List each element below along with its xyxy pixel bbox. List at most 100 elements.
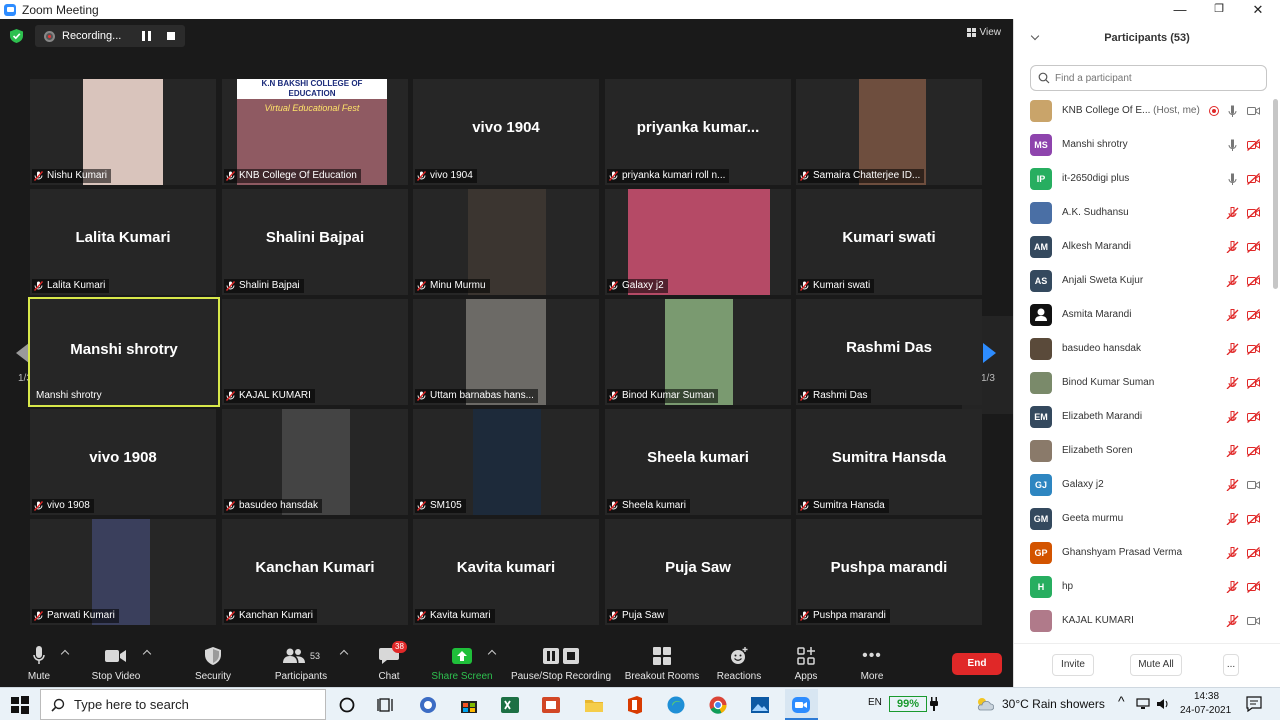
participant-row[interactable]: MS Manshi shrotry (1014, 128, 1269, 162)
maximize-button[interactable]: ❐ (1199, 0, 1239, 19)
taskbar-search-box[interactable]: Type here to search (40, 689, 326, 720)
security-shield-icon[interactable] (10, 29, 23, 43)
video-tile[interactable]: Nishu Kumari (30, 79, 216, 185)
next-page-arrow-icon[interactable] (983, 343, 996, 363)
clock-time[interactable]: 14:38 (1194, 691, 1219, 702)
mic-muted-icon[interactable] (1226, 479, 1239, 491)
video-tile[interactable]: Uttam barnabas hans... (413, 299, 599, 405)
video-tile[interactable]: Shalini Bajpai Shalini Bajpai (222, 189, 408, 295)
participant-row[interactable]: Elizabeth Soren (1014, 434, 1269, 468)
participant-row[interactable]: Hhp (1014, 570, 1269, 604)
participant-row[interactable]: GJ Galaxy j2 (1014, 468, 1269, 502)
video-tile[interactable]: KAJAL KUMARI (222, 299, 408, 405)
video-tile[interactable]: Binod Kumar Suman (605, 299, 791, 405)
weather-text[interactable]: 30°C Rain showers (1002, 697, 1105, 711)
file-explorer-icon[interactable] (584, 695, 604, 715)
show-hidden-icons-chevron-icon[interactable]: ^ (1118, 693, 1125, 709)
mic-muted-icon[interactable] (1226, 343, 1239, 355)
video-tile[interactable]: SM105 (413, 409, 599, 515)
zoom-taskbar-icon[interactable] (791, 695, 811, 715)
video-tile[interactable]: vivo 1908 vivo 1908 (30, 409, 216, 515)
clock-date[interactable]: 24-07-2021 (1180, 705, 1231, 716)
participant-row[interactable]: AS Anjali Sweta Kujur (1014, 264, 1269, 298)
video-off-icon[interactable] (1247, 445, 1260, 457)
mic-muted-icon[interactable] (1226, 275, 1239, 287)
end-meeting-button[interactable]: End (952, 653, 1002, 675)
video-off-icon[interactable] (1247, 207, 1260, 219)
app-icon-1[interactable] (418, 695, 438, 715)
participant-row[interactable]: KNB College Of E... (Host, me) (1014, 94, 1269, 128)
office-icon[interactable] (625, 695, 645, 715)
minimize-button[interactable]: — (1160, 0, 1200, 19)
photos-icon[interactable] (750, 695, 770, 715)
mic-muted-icon[interactable] (1226, 241, 1239, 253)
participant-row[interactable]: basudeo hansdak (1014, 332, 1269, 366)
video-off-icon[interactable] (1247, 173, 1260, 185)
panel-more-button[interactable]: ... (1223, 654, 1239, 676)
mic-muted-icon[interactable] (1226, 615, 1239, 627)
video-off-icon[interactable] (1247, 377, 1260, 389)
video-tile[interactable]: basudeo hansdak (222, 409, 408, 515)
video-tile[interactable]: Kavita kumari Kavita kumari (413, 519, 599, 625)
mute-button[interactable]: Mute (22, 645, 56, 682)
video-off-icon[interactable] (1247, 547, 1260, 559)
video-tile[interactable]: Minu Murmu (413, 189, 599, 295)
chrome-icon[interactable] (708, 695, 728, 715)
video-tile[interactable]: Pushpa marandi Pushpa marandi (796, 519, 982, 625)
network-icon[interactable] (1136, 698, 1150, 710)
video-tile[interactable]: Puja Saw Puja Saw (605, 519, 791, 625)
excel-icon[interactable] (500, 695, 520, 715)
video-tile[interactable]: vivo 1904 vivo 1904 (413, 79, 599, 185)
participant-row[interactable]: Asmita Marandi (1014, 298, 1269, 332)
close-button[interactable]: ✕ (1238, 0, 1278, 19)
participants-scrollbar[interactable] (1273, 99, 1278, 289)
mic-muted-icon[interactable] (1226, 377, 1239, 389)
pause-recording-icon[interactable] (142, 31, 151, 41)
more-button[interactable]: ••• More (852, 645, 892, 682)
invite-button[interactable]: Invite (1052, 654, 1094, 676)
participant-row[interactable]: EM Elizabeth Marandi (1014, 400, 1269, 434)
share-screen-button[interactable]: Share Screen (430, 645, 494, 682)
video-off-icon[interactable] (1247, 309, 1260, 321)
video-off-icon[interactable] (1247, 411, 1260, 423)
video-tile[interactable]: Parwati Kumari (30, 519, 216, 625)
security-button[interactable]: Security (190, 645, 236, 682)
mic-muted-icon[interactable] (1226, 207, 1239, 219)
video-on-icon[interactable] (1247, 615, 1260, 627)
participant-row[interactable]: IP it-2650digi plus (1014, 162, 1269, 196)
video-tile[interactable]: Kumari swati Kumari swati (796, 189, 982, 295)
task-view-icon[interactable] (377, 695, 397, 715)
pause-stop-recording-button[interactable]: Pause/Stop Recording (508, 645, 614, 682)
video-tile[interactable]: Rashmi Das Rashmi Das (796, 299, 982, 405)
notifications-icon[interactable] (1246, 696, 1262, 712)
mic-muted-icon[interactable] (1226, 547, 1239, 559)
app-icon-2[interactable] (541, 695, 561, 715)
mic-muted-icon[interactable] (1226, 513, 1239, 525)
mic-on-icon[interactable] (1226, 105, 1239, 117)
video-on-icon[interactable] (1247, 479, 1260, 491)
windows-start-icon[interactable] (10, 695, 30, 715)
mic-on-icon[interactable] (1226, 173, 1239, 185)
collapse-chevron-icon[interactable] (1030, 31, 1040, 41)
chat-button[interactable]: 38 Chat (372, 641, 407, 682)
cortana-icon[interactable] (337, 695, 357, 715)
mic-muted-icon[interactable] (1226, 411, 1239, 423)
video-tile[interactable]: Manshi shrotry Manshi shrotry (28, 297, 220, 407)
language-indicator[interactable]: EN (868, 697, 882, 708)
video-on-icon[interactable] (1247, 105, 1260, 117)
breakout-rooms-button[interactable]: Breakout Rooms (622, 645, 702, 682)
participant-row[interactable]: A.K. Sudhansu (1014, 196, 1269, 230)
video-options-caret-icon[interactable] (142, 649, 152, 659)
battery-percent[interactable]: 99% (889, 696, 927, 712)
participant-row[interactable]: KAJAL KUMARI (1014, 604, 1269, 638)
video-off-icon[interactable] (1247, 241, 1260, 253)
video-tile[interactable]: Lalita Kumari Lalita Kumari (30, 189, 216, 295)
participants-button[interactable]: 53 Participants (272, 645, 330, 682)
video-tile[interactable]: Galaxy j2 (605, 189, 791, 295)
stop-video-button[interactable]: Stop Video (88, 645, 144, 682)
mute-all-button[interactable]: Mute All (1130, 654, 1182, 676)
view-button[interactable]: View (966, 27, 1001, 38)
mic-muted-icon[interactable] (1226, 581, 1239, 593)
reactions-button[interactable]: Reactions (714, 645, 764, 682)
audio-options-caret-icon[interactable] (60, 649, 70, 659)
